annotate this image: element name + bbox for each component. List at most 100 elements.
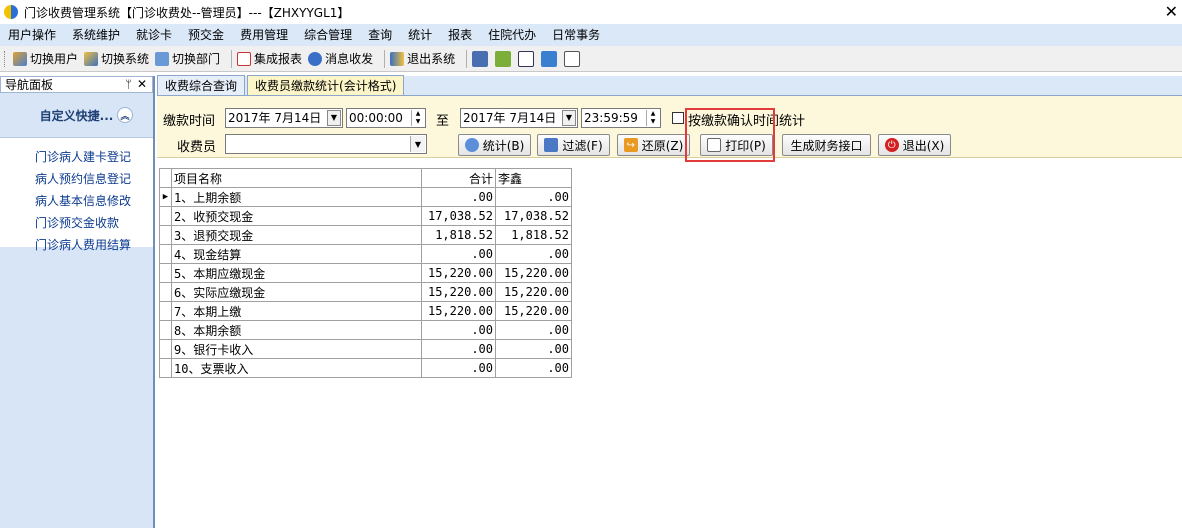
table-cell-item[interactable]: 2、收预交现金 xyxy=(171,206,422,226)
table-cell-cashier[interactable]: 15,220.00 xyxy=(495,282,572,302)
exit-button[interactable]: ⏻ 退出(X) xyxy=(878,134,951,156)
menu-item-fee-mgmt[interactable]: 费用管理 xyxy=(232,24,296,46)
menu-item-statistics[interactable]: 统计 xyxy=(400,24,440,46)
table-row[interactable]: ▶ 1、上期余额 .00 .00 xyxy=(159,187,572,207)
edit-icon[interactable] xyxy=(472,50,489,67)
table-cell-item[interactable]: 1、上期余额 xyxy=(171,187,422,207)
finance-interface-button[interactable]: 生成财务接口 xyxy=(782,134,871,156)
integrated-report-button[interactable]: 集成报表 xyxy=(237,50,302,67)
menu-item-query[interactable]: 查询 xyxy=(360,24,400,46)
menu-item-user-ops[interactable]: 用户操作 xyxy=(0,24,64,46)
table-row[interactable]: 6、实际应缴现金 15,220.00 15,220.00 xyxy=(159,282,572,302)
tab-cashier-stats[interactable]: 收费员缴款统计(会计格式) xyxy=(247,75,405,95)
table-cell-cashier[interactable]: .00 xyxy=(495,244,572,264)
confirm-time-checkbox[interactable] xyxy=(672,112,684,124)
menu-item-card[interactable]: 就诊卡 xyxy=(128,24,180,46)
menu-item-system-maint[interactable]: 系统维护 xyxy=(64,24,128,46)
stat-button[interactable]: 统计(B) xyxy=(458,134,531,156)
table-cell-item[interactable]: 8、本期余额 xyxy=(171,320,422,340)
row-indicator xyxy=(159,244,172,264)
table-cell-total[interactable]: .00 xyxy=(421,187,496,207)
spinner-icon[interactable]: ▲ ▼ xyxy=(646,110,659,126)
tab-fee-query[interactable]: 收费综合查询 xyxy=(157,75,246,95)
table-cell-total[interactable]: .00 xyxy=(421,320,496,340)
nav-item-create-card[interactable]: 门诊病人建卡登记 xyxy=(0,146,153,168)
table-cell-cashier[interactable]: 15,220.00 xyxy=(495,301,572,321)
toolbar-grip[interactable] xyxy=(4,50,7,67)
table-cell-total[interactable]: 15,220.00 xyxy=(421,263,496,283)
table-cell-total[interactable]: .00 xyxy=(421,339,496,359)
menu-item-prepay[interactable]: 预交金 xyxy=(180,24,232,46)
column-header-cashier[interactable]: 李鑫 xyxy=(495,168,572,188)
table-row[interactable]: 7、本期上缴 15,220.00 15,220.00 xyxy=(159,301,572,321)
table-cell-item[interactable]: 7、本期上缴 xyxy=(171,301,422,321)
nav-item-fee-settle[interactable]: 门诊病人费用结算 xyxy=(0,234,153,256)
filter-list-icon xyxy=(544,138,559,152)
message-button[interactable]: 消息收发 xyxy=(308,50,373,67)
navigation-panel: 导航面板 ᛘ ✕ 自定义快捷... ︽ 门诊病人建卡登记 病人预约信息登记 病人… xyxy=(0,76,155,528)
table-cell-item[interactable]: 5、本期应缴现金 xyxy=(171,263,422,283)
table-cell-item[interactable]: 10、支票收入 xyxy=(171,358,422,378)
table-cell-total[interactable]: 17,038.52 xyxy=(421,206,496,226)
table-row[interactable]: 8、本期余额 .00 .00 xyxy=(159,320,572,340)
toolbar-separator xyxy=(466,49,468,68)
table-cell-item[interactable]: 3、退预交现金 xyxy=(171,225,422,245)
table-cell-cashier[interactable]: .00 xyxy=(495,339,572,359)
document-icon[interactable] xyxy=(564,50,581,67)
end-time-field[interactable]: 23:59:59 ▲ ▼ xyxy=(581,108,661,128)
table-cell-item[interactable]: 9、银行卡收入 xyxy=(171,339,422,359)
table-cell-cashier[interactable]: 17,038.52 xyxy=(495,206,572,226)
nav-item-edit-patient[interactable]: 病人基本信息修改 xyxy=(0,190,153,212)
table-cell-cashier[interactable]: .00 xyxy=(495,187,572,207)
menu-item-daily[interactable]: 日常事务 xyxy=(544,24,608,46)
chevron-down-icon[interactable]: ▼ xyxy=(327,110,341,126)
table-cell-cashier[interactable]: 1,818.52 xyxy=(495,225,572,245)
switch-user-button[interactable]: 切换用户 xyxy=(13,50,78,67)
table-row[interactable]: 10、支票收入 .00 .00 xyxy=(159,358,572,378)
column-header-item[interactable]: 项目名称 xyxy=(171,168,422,188)
checkbox-icon[interactable] xyxy=(518,50,535,67)
restore-button[interactable]: ↪ 还原(Z) xyxy=(617,134,690,156)
filter-button[interactable]: 过滤(F) xyxy=(537,134,610,156)
pin-icon[interactable]: ᛘ xyxy=(125,78,132,91)
table-cell-cashier[interactable]: .00 xyxy=(495,320,572,340)
toolbar-separator xyxy=(231,49,233,68)
switch-system-button[interactable]: 切换系统 xyxy=(84,50,149,67)
nav-item-prepay-collect[interactable]: 门诊预交金收款 xyxy=(0,212,153,234)
table-cell-cashier[interactable]: 15,220.00 xyxy=(495,263,572,283)
table-cell-cashier[interactable]: .00 xyxy=(495,358,572,378)
table-row[interactable]: 3、退预交现金 1,818.52 1,818.52 xyxy=(159,225,572,245)
table-cell-total[interactable]: 15,220.00 xyxy=(421,282,496,302)
table-row[interactable]: 9、银行卡收入 .00 .00 xyxy=(159,339,572,359)
forward-icon[interactable] xyxy=(541,50,558,67)
end-date-picker[interactable]: 2017年 7月14日 ▼ xyxy=(460,108,578,128)
cashier-select[interactable]: ▼ xyxy=(225,134,427,154)
table-cell-total[interactable]: .00 xyxy=(421,358,496,378)
currency-yuan-icon[interactable] xyxy=(495,50,512,67)
table-cell-item[interactable]: 4、现金结算 xyxy=(171,244,422,264)
refresh-icon xyxy=(464,138,479,152)
column-header-total[interactable]: 合计 xyxy=(421,168,496,188)
close-icon[interactable]: ✕ xyxy=(137,77,147,91)
switch-dept-button[interactable]: 切换部门 xyxy=(155,50,220,67)
chevron-up-icon[interactable]: ︽ xyxy=(117,107,133,123)
table-cell-total[interactable]: 1,818.52 xyxy=(421,225,496,245)
table-cell-total[interactable]: 15,220.00 xyxy=(421,301,496,321)
start-date-picker[interactable]: 2017年 7月14日 ▼ xyxy=(225,108,343,128)
table-row[interactable]: 2、收预交现金 17,038.52 17,038.52 xyxy=(159,206,572,226)
exit-system-button[interactable]: 退出系统 xyxy=(390,50,455,67)
start-time-field[interactable]: 00:00:00 ▲ ▼ xyxy=(346,108,426,128)
spinner-icon[interactable]: ▲ ▼ xyxy=(411,110,424,126)
nav-item-appointment[interactable]: 病人预约信息登记 xyxy=(0,168,153,190)
window-close-icon[interactable]: ✕ xyxy=(1165,2,1178,21)
menu-item-general-mgmt[interactable]: 综合管理 xyxy=(296,24,360,46)
nav-group-custom-shortcuts[interactable]: 自定义快捷... ︽ xyxy=(0,105,153,125)
chevron-down-icon[interactable]: ▼ xyxy=(562,110,576,126)
table-row[interactable]: 4、现金结算 .00 .00 xyxy=(159,244,572,264)
table-row[interactable]: 5、本期应缴现金 15,220.00 15,220.00 xyxy=(159,263,572,283)
chevron-down-icon[interactable]: ▼ xyxy=(410,136,425,152)
table-cell-total[interactable]: .00 xyxy=(421,244,496,264)
menu-item-inpatient[interactable]: 住院代办 xyxy=(480,24,544,46)
table-cell-item[interactable]: 6、实际应缴现金 xyxy=(171,282,422,302)
menu-item-reports[interactable]: 报表 xyxy=(440,24,480,46)
